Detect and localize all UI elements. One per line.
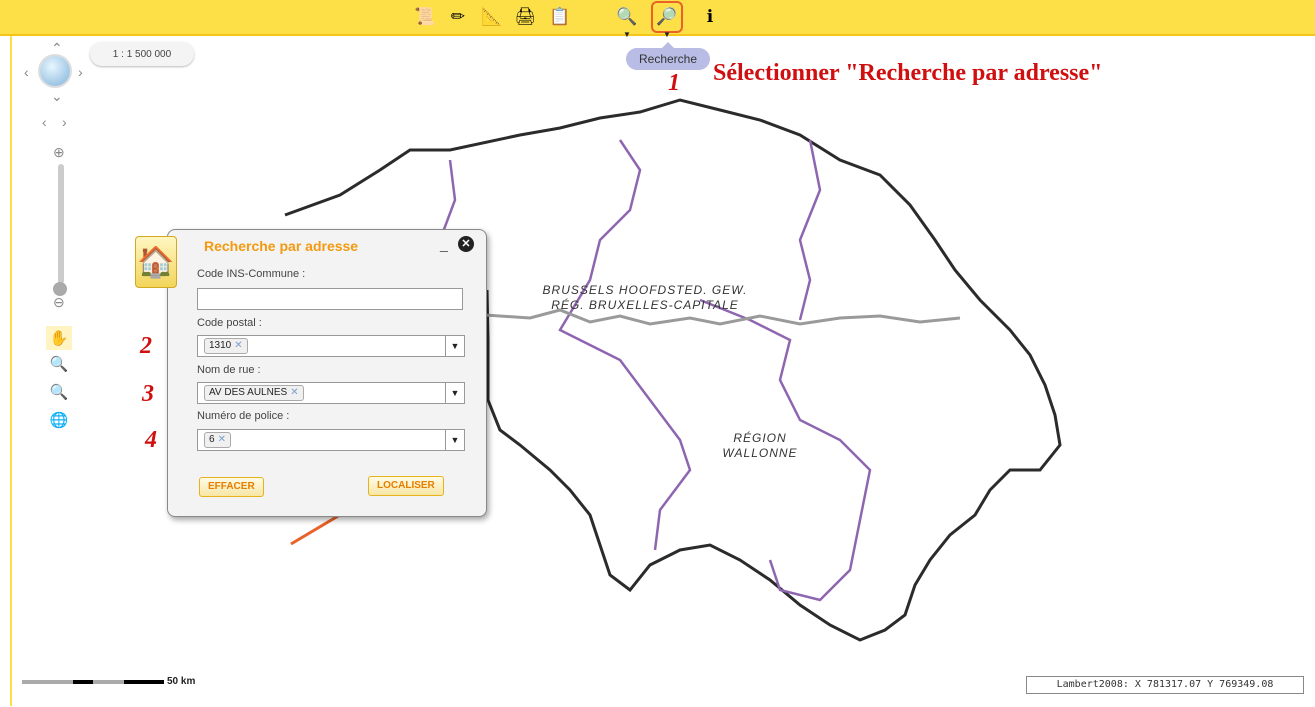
instruction-text: Sélectionner "Recherche par adresse" (713, 60, 1103, 86)
ins-commune-label: Code INS-Commune : (197, 268, 306, 280)
pan-right-icon[interactable]: › (78, 64, 83, 80)
pan-down-icon[interactable]: ⌄ (51, 88, 63, 105)
search-by-address-panel: Recherche par adresse _ ✕ Code INS-Commu… (167, 229, 487, 517)
panel-title: Recherche par adresse (204, 238, 359, 254)
remove-tag-icon[interactable]: ✕ (218, 434, 226, 445)
zoom-slider[interactable] (58, 164, 64, 284)
region-brussels-label-line1: BRUSSELS HOOFDSTED. GEW. (542, 283, 748, 297)
pan-up-icon[interactable]: ⌃ (51, 40, 63, 57)
house-number-tag: 6 ✕ (204, 432, 231, 448)
region-boundary (438, 139, 872, 602)
scale-bar (22, 680, 164, 684)
pan-hand-icon[interactable]: ✋ (46, 326, 72, 350)
chevron-down-icon[interactable]: ▼ (445, 430, 464, 450)
street-name-tag: AV DES AULNES ✕ (204, 385, 304, 401)
house-number-select[interactable]: 6 ✕ ▼ (197, 429, 465, 451)
ins-commune-input[interactable] (197, 288, 463, 310)
postal-code-select[interactable]: 1310 ✕ ▼ (197, 335, 465, 357)
close-icon[interactable]: ✕ (458, 236, 474, 252)
chevron-down-icon[interactable]: ▼ (445, 383, 464, 403)
chevron-down-icon[interactable]: ▼ (445, 336, 464, 356)
scale-ratio: 1 : 1 500 000 (90, 42, 194, 66)
step-2-label: 2 (140, 333, 152, 359)
zoom-box-out-icon[interactable]: 🔍 (46, 380, 72, 404)
globe-icon[interactable] (40, 56, 70, 86)
street-name-value: AV DES AULNES (209, 387, 288, 398)
region-wallonne-label-line2: WALLONNE (722, 446, 798, 460)
zoom-in-icon[interactable]: ⊕ (53, 144, 65, 161)
house-search-icon: 🏠 (135, 236, 177, 288)
step-3-label: 3 (142, 381, 154, 407)
coordinates-readout: Lambert2008: X 781317.07 Y 769349.08 (1026, 676, 1304, 694)
locate-button[interactable]: LOCALISER (368, 476, 444, 496)
pan-left-icon[interactable]: ‹ (24, 64, 29, 80)
street-name-label: Nom de rue : (197, 364, 261, 376)
minimize-button[interactable]: _ (440, 236, 448, 252)
house-number-value: 6 (209, 434, 215, 445)
remove-tag-icon[interactable]: ✕ (290, 387, 298, 398)
zoom-out-icon[interactable]: ⊖ (53, 294, 65, 311)
region-brussels-label-line2: RÉG. BRUXELLES-CAPITALE (551, 298, 739, 312)
history-forward-icon[interactable]: › (62, 114, 67, 130)
clear-button[interactable]: EFFACER (199, 477, 264, 497)
language-boundary (484, 308, 961, 326)
region-wallonne-label-line1: RÉGION (733, 431, 787, 445)
full-extent-icon[interactable]: 🌐 (46, 408, 72, 432)
step-1-label: 1 (668, 70, 680, 96)
postal-code-label: Code postal : (197, 317, 262, 329)
pan-control[interactable]: ⌃ ‹ › ⌄ (24, 40, 90, 105)
scale-bar-label: 50 km (167, 676, 196, 687)
postal-code-tag: 1310 ✕ (204, 338, 248, 354)
step-4-label: 4 (145, 427, 157, 453)
history-back-icon[interactable]: ‹ (42, 114, 47, 130)
street-name-select[interactable]: AV DES AULNES ✕ ▼ (197, 382, 465, 404)
postal-code-value: 1310 (209, 340, 232, 351)
house-number-label: Numéro de police : (197, 410, 290, 422)
zoom-box-in-icon[interactable]: 🔍 (46, 352, 72, 376)
remove-tag-icon[interactable]: ✕ (234, 340, 242, 351)
